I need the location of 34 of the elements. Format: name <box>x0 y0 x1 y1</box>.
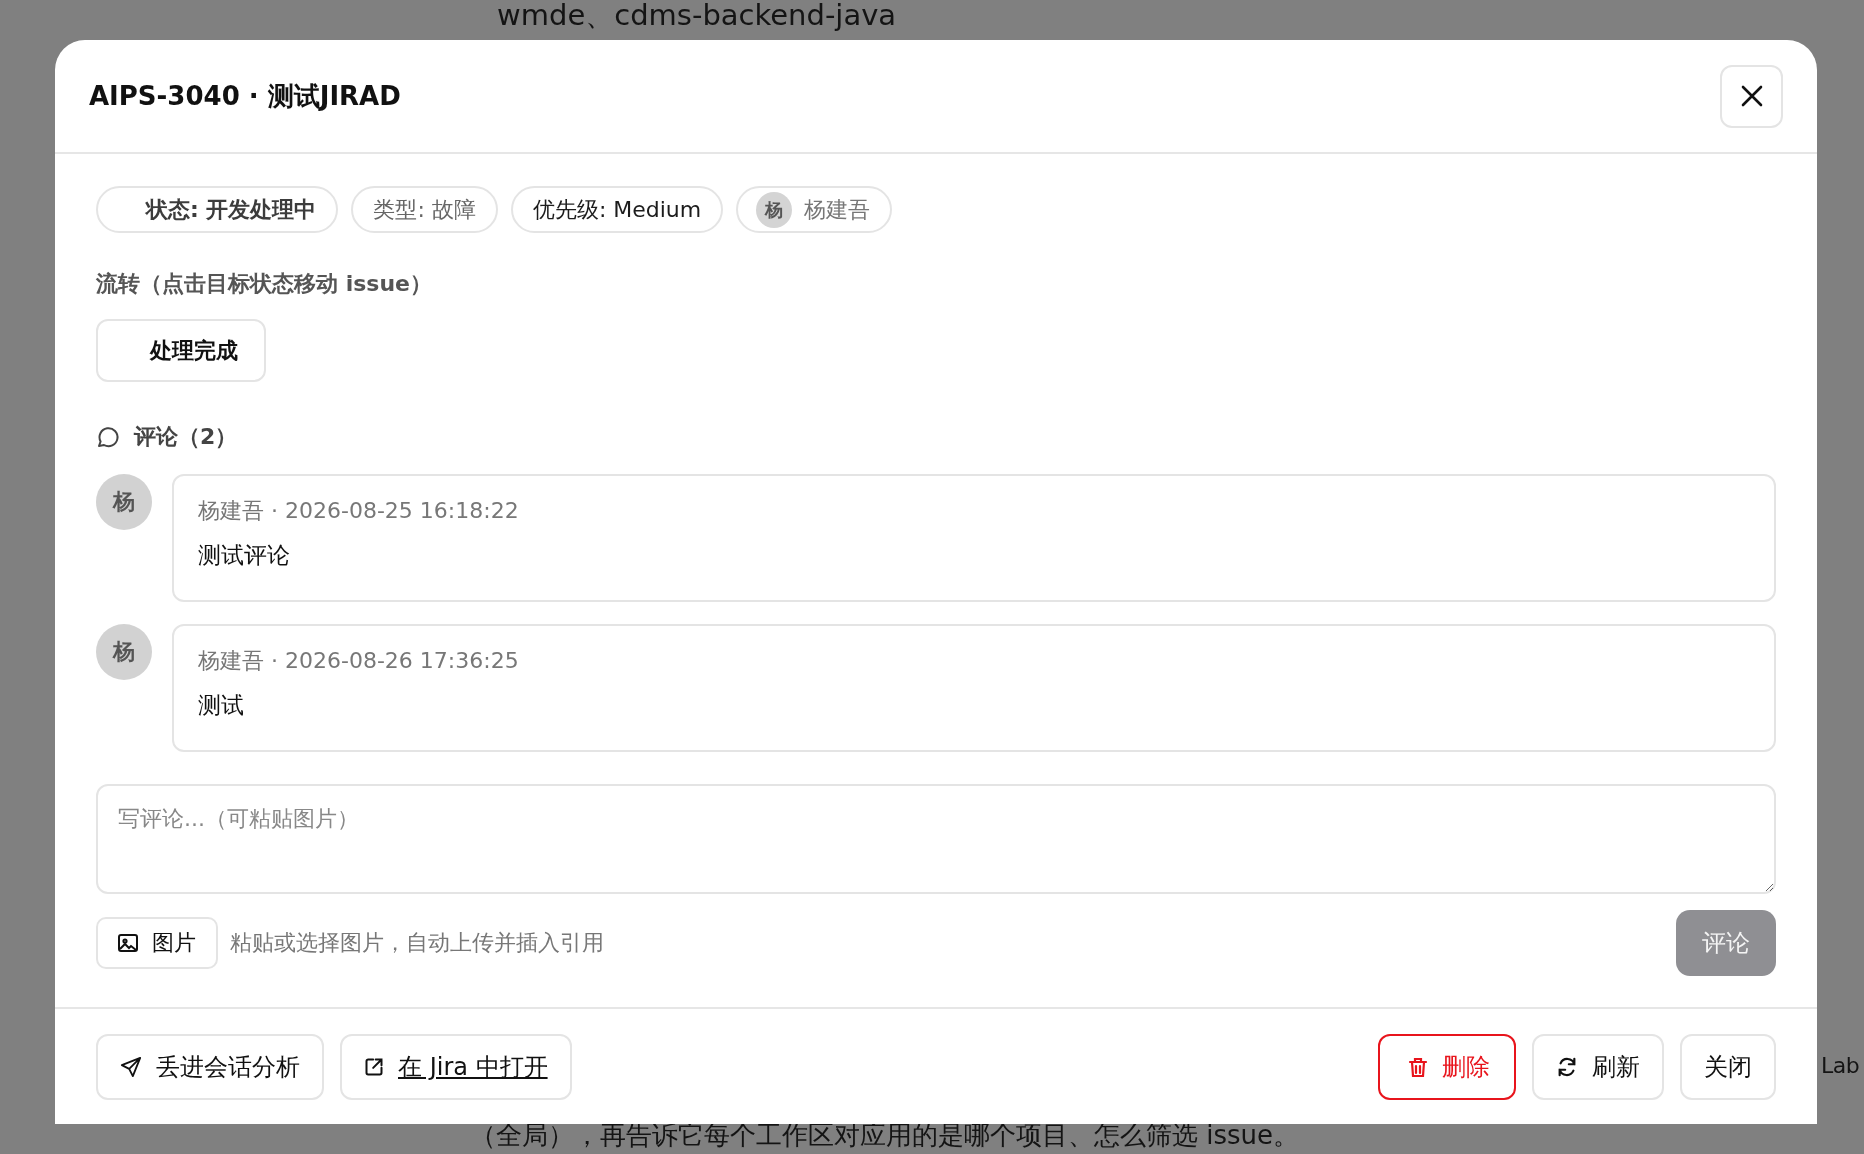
background-text: wmde、cdms-backend-java <box>497 0 897 34</box>
avatar: 杨 <box>756 191 793 228</box>
type-tag: 类型: 故障 <box>351 186 498 233</box>
transition-button[interactable]: 处理完成 <box>96 319 266 382</box>
section-label: 流转（点击目标状态移动 issue） <box>96 270 433 298</box>
send-icon <box>120 1055 142 1078</box>
image-icon <box>118 934 138 952</box>
close-icon <box>1740 85 1763 107</box>
comment-icon <box>96 425 120 449</box>
close-button[interactable]: 关闭 <box>1680 1033 1776 1100</box>
assignee-name: 杨建吾 <box>804 195 871 224</box>
avatar: 杨 <box>96 624 152 680</box>
comment-text: 测试评论 <box>198 541 291 570</box>
dialog-title: AIPS-3040 · 测试JIRAD <box>89 79 401 113</box>
background-text: Lab <box>1821 1053 1860 1078</box>
hint-text: 粘贴或选择图片，自动上传并插入引用 <box>230 929 605 957</box>
external-link-icon <box>364 1056 384 1077</box>
comment-input[interactable]: 写评论...（可粘贴图片） <box>96 784 1776 894</box>
comment-text: 测试 <box>198 691 245 720</box>
comments-heading: 评论（2） <box>134 423 238 451</box>
refresh-icon <box>1556 1055 1578 1078</box>
close-button[interactable] <box>1720 64 1783 128</box>
comment-meta: 杨建吾 · 2026-08-25 16:18:22 <box>198 497 520 525</box>
send-button[interactable]: 丢进会话分析 <box>96 1033 324 1100</box>
avatar: 杨 <box>96 474 152 530</box>
background-text: （全局），再告诉它每个工作区对应用的是哪个项目、怎么筛选 issue。 <box>470 1119 1300 1152</box>
refresh-button[interactable]: 刷新 <box>1532 1033 1664 1100</box>
trash-icon <box>1408 1055 1428 1078</box>
delete-button[interactable]: 删除 <box>1378 1033 1516 1100</box>
status-tag: 状态: 开发处理中 <box>96 186 339 233</box>
priority-tag: 优先级: Medium <box>510 186 724 233</box>
open-link-button[interactable]: 在 Jira 中打开 <box>340 1033 572 1100</box>
image-button[interactable]: 图片 <box>96 917 218 969</box>
comment-meta: 杨建吾 · 2026-08-26 17:36:25 <box>198 647 520 675</box>
